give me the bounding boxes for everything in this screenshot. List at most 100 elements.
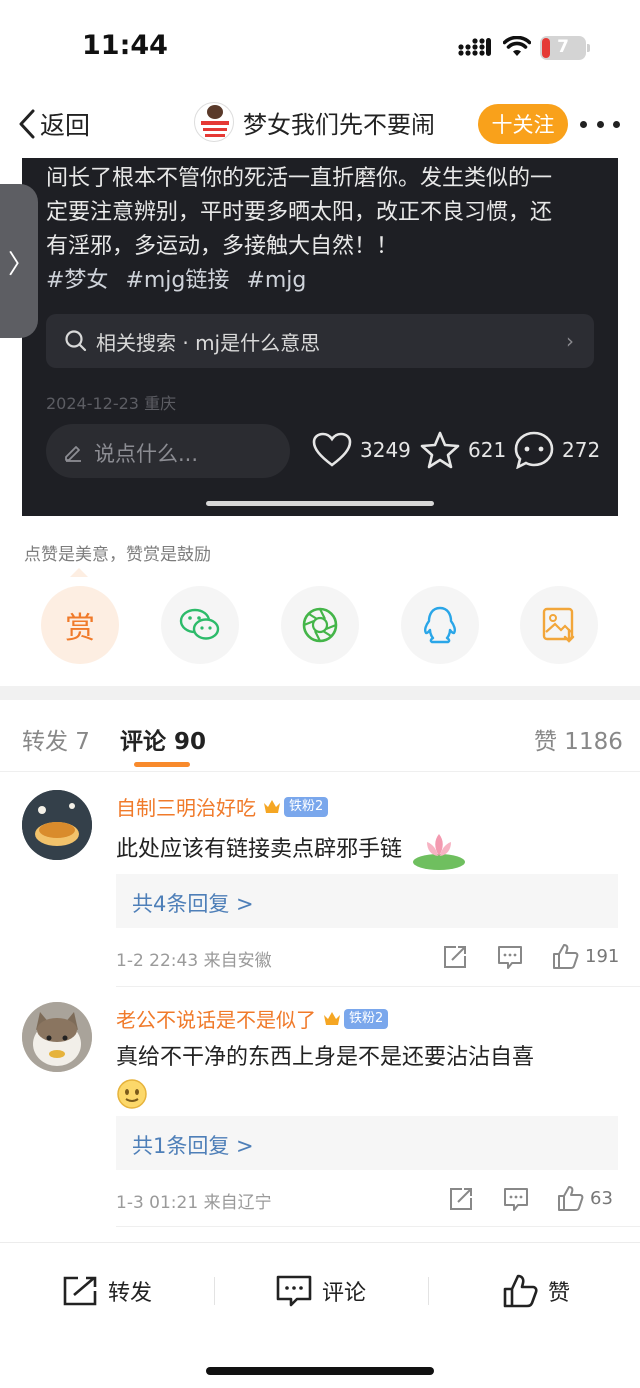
share-icon[interactable] bbox=[442, 944, 468, 970]
card-scroll-indicator bbox=[206, 501, 434, 506]
comment-like-action[interactable]: 191 bbox=[551, 942, 619, 970]
comment-text: 此处应该有链接卖点辟邪手链 bbox=[116, 828, 467, 872]
replies-box[interactable]: 共1条回复 > bbox=[116, 1116, 618, 1170]
comment-separator bbox=[116, 986, 640, 987]
active-tab-indicator bbox=[134, 762, 190, 767]
replies-link[interactable]: 共1条回复 > bbox=[132, 1130, 254, 1160]
favorite-action[interactable]: 621 bbox=[420, 430, 506, 470]
interaction-tabs: 转发 7 评论 90 赞 1186 bbox=[0, 700, 640, 772]
chevron-right-icon: 〉 bbox=[8, 250, 35, 280]
comment-button[interactable]: 评论 bbox=[276, 1271, 366, 1311]
chevron-left-icon bbox=[19, 109, 35, 139]
like-button[interactable]: 赞 bbox=[502, 1271, 570, 1311]
author-header[interactable]: 梦女我们先不要闹 bbox=[194, 102, 435, 142]
comment-meta: 1-3 01:21 来自辽宁 bbox=[116, 1193, 272, 1213]
top-nav: 返回 梦女我们先不要闹 十关注 bbox=[0, 92, 640, 158]
comment-input[interactable]: 说点什么... bbox=[46, 424, 290, 478]
share-qq-button[interactable] bbox=[401, 586, 479, 664]
post-text-line: 定要注意辨别，平时要多晒太阳，改正不良习惯，还 bbox=[46, 200, 553, 225]
favorite-count: 621 bbox=[468, 438, 507, 462]
wifi-icon bbox=[503, 36, 531, 56]
star-icon bbox=[420, 431, 460, 469]
author-avatar[interactable] bbox=[194, 102, 234, 142]
related-search-bar[interactable]: 相关搜索 · mj是什么意思 › bbox=[46, 314, 594, 368]
comment-placeholder: 说点什么... bbox=[94, 442, 199, 466]
cellular-signal-icon bbox=[458, 38, 491, 56]
like-action[interactable]: 3249 bbox=[312, 430, 411, 470]
comment-icon bbox=[276, 1275, 312, 1307]
tab-comments[interactable]: 评论 90 bbox=[120, 722, 206, 756]
status-time: 11:44 bbox=[82, 30, 168, 61]
reply-icon[interactable] bbox=[497, 944, 523, 970]
tab-likes[interactable]: 赞 1186 bbox=[534, 722, 623, 756]
comment-text-content: 真给不干净的东西上身是不是还要沾沾自喜 bbox=[116, 1045, 535, 1070]
thumbs-up-icon bbox=[553, 944, 579, 969]
side-expand-tab[interactable]: 〉 bbox=[0, 184, 38, 338]
commenter-name[interactable]: 老公不说话是不是似了 bbox=[116, 1004, 316, 1033]
commenter-name-row: 自制三明治好吃 铁粉2 bbox=[116, 792, 329, 821]
author-name[interactable]: 梦女我们先不要闹 bbox=[243, 105, 435, 140]
related-search-label: 相关搜索 · mj是什么意思 bbox=[96, 331, 321, 355]
back-button[interactable]: 返回 bbox=[16, 104, 90, 144]
moments-aperture-icon bbox=[302, 607, 338, 643]
lotus-emoji-icon bbox=[413, 834, 466, 870]
wechat-icon bbox=[179, 608, 220, 640]
fan-badge: 铁粉2 bbox=[344, 1008, 389, 1029]
more-options-icon[interactable] bbox=[580, 121, 620, 129]
commenter-name-row: 老公不说话是不是似了 铁粉2 bbox=[116, 1004, 389, 1033]
section-divider bbox=[0, 686, 640, 700]
repost-label: 转发 bbox=[108, 1281, 153, 1306]
reward-label: 赏 bbox=[65, 611, 95, 646]
bottom-toolbar: 转发 评论 赞 bbox=[0, 1242, 640, 1388]
share-wechat-button[interactable] bbox=[161, 586, 239, 664]
thumbs-up-icon bbox=[503, 1274, 538, 1308]
repost-button[interactable]: 转发 bbox=[62, 1271, 152, 1311]
follow-button[interactable]: 十关注 bbox=[478, 104, 568, 144]
commenter-name[interactable]: 自制三明治好吃 bbox=[116, 792, 256, 821]
smile-emoji-icon bbox=[117, 1079, 147, 1109]
commenter-avatar[interactable] bbox=[22, 790, 92, 860]
comment-bubble-icon bbox=[514, 431, 554, 469]
commenter-avatar[interactable] bbox=[22, 1002, 92, 1072]
search-icon bbox=[65, 330, 87, 352]
share-moments-button[interactable] bbox=[281, 586, 359, 664]
battery-level: 7 bbox=[557, 37, 569, 57]
reward-button[interactable]: 赏 bbox=[41, 586, 119, 664]
back-label: 返回 bbox=[40, 111, 91, 140]
comment-like-action[interactable]: 63 bbox=[556, 1184, 613, 1212]
post-tags: #梦女 #mjg链接 #mjg bbox=[46, 262, 316, 294]
like-count: 3249 bbox=[360, 438, 411, 462]
comment-like-count: 63 bbox=[590, 1187, 613, 1209]
repost-icon bbox=[63, 1276, 97, 1306]
hashtag-link[interactable]: #mjg链接 bbox=[125, 268, 229, 293]
reward-note: 点赞是美意，赞赏是鼓励 bbox=[24, 545, 211, 565]
replies-box[interactable]: 共4条回复 > bbox=[116, 874, 618, 928]
tab-repost[interactable]: 转发 7 bbox=[22, 722, 90, 756]
comment-label: 评论 bbox=[322, 1281, 367, 1306]
hashtag-link[interactable]: #mjg bbox=[246, 268, 306, 293]
reply-icon[interactable] bbox=[503, 1186, 529, 1212]
battery-tip bbox=[587, 44, 590, 52]
pencil-icon bbox=[65, 446, 81, 462]
tooltip-pointer bbox=[70, 568, 88, 577]
post-text-line: 有淫邪，多运动，多接触大自然！！ bbox=[46, 234, 399, 259]
comment-action[interactable]: 272 bbox=[514, 430, 600, 470]
toolbar-divider bbox=[428, 1277, 429, 1305]
battery-indicator: 7 bbox=[540, 36, 590, 60]
home-indicator[interactable] bbox=[206, 1367, 434, 1375]
save-image-button[interactable] bbox=[520, 586, 598, 664]
like-label: 赞 bbox=[548, 1281, 571, 1306]
comment-text: 真给不干净的东西上身是不是还要沾沾自喜 bbox=[116, 1040, 616, 1110]
comment-like-count: 191 bbox=[585, 945, 620, 967]
cat-photo bbox=[22, 1002, 92, 1072]
status-bar: 11:44 7 bbox=[0, 0, 640, 92]
thumbs-up-icon bbox=[558, 1186, 584, 1211]
post-card: 间长了根本不管你的死活一直折磨你。发生类似的一 定要注意辨别，平时要多晒太阳，改… bbox=[22, 158, 618, 516]
crown-icon bbox=[324, 1011, 340, 1025]
post-text-line: 间长了根本不管你的死活一直折磨你。发生类似的一 bbox=[46, 166, 553, 191]
hashtag-link[interactable]: #梦女 bbox=[46, 268, 108, 293]
comment-separator bbox=[116, 1226, 640, 1227]
replies-link[interactable]: 共4条回复 > bbox=[132, 888, 254, 918]
share-icon[interactable] bbox=[448, 1186, 474, 1212]
fan-badge: 铁粉2 bbox=[284, 796, 329, 817]
